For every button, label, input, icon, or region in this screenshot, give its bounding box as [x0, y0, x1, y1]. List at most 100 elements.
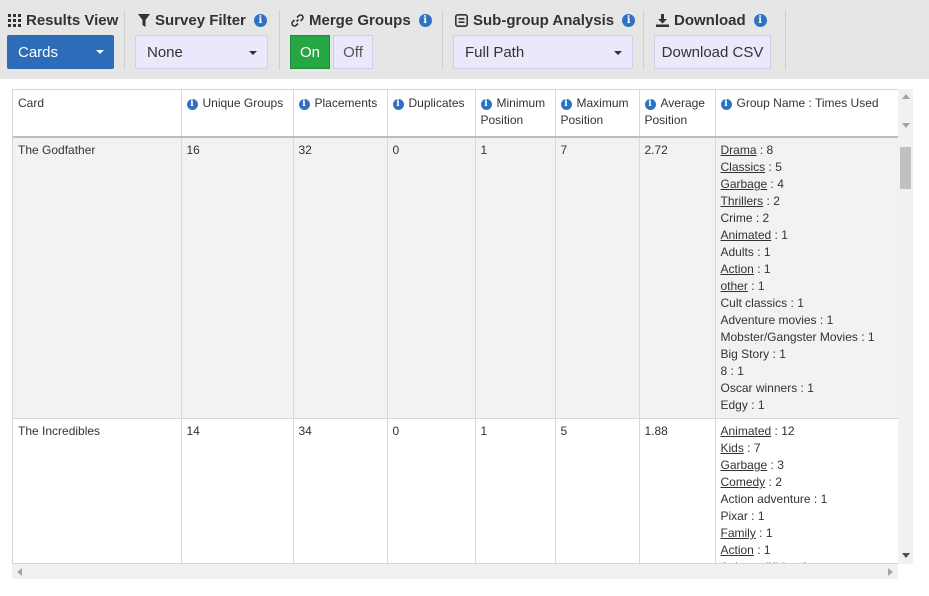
group-count: 1 — [797, 296, 804, 310]
group-name-link[interactable]: Comedy — [721, 475, 766, 489]
info-icon[interactable]: i — [644, 99, 656, 110]
scroll-down-icon[interactable] — [902, 553, 910, 558]
column-header-average-position[interactable]: i Average Position — [639, 90, 716, 138]
table-row: The Incredibles 14 34 0 1 5 1.88 Animated : 12 K… — [13, 418, 898, 563]
info-icon[interactable]: i — [720, 99, 732, 110]
group-name: Mobster/Gangster Movies — [720, 330, 858, 344]
group-count: 1 — [757, 509, 765, 523]
scroll-right-icon[interactable] — [888, 568, 893, 576]
download-info-icon[interactable]: i — [753, 14, 767, 27]
scroll-left-icon[interactable] — [17, 568, 22, 576]
vertical-scrollbar[interactable] — [898, 89, 913, 564]
group-separator: : — [752, 211, 763, 225]
column-header-unique-groups[interactable]: i Unique Groups — [181, 90, 294, 138]
results-table-container[interactable]: Card i Unique Groups i Placements i Duplica… — [12, 89, 913, 564]
min-position-cell: 1 — [475, 418, 556, 563]
placements-cell: 32 — [293, 137, 388, 419]
group-name-link[interactable]: Animated — [721, 228, 772, 242]
min-position-cell: 1 — [475, 137, 556, 419]
column-header-group-name-times-used[interactable]: i Group Name : Times Used — [715, 90, 898, 138]
info-icon[interactable]: i — [298, 99, 310, 110]
group-list-item: Adventure movies : 1 — [721, 312, 894, 329]
column-header-placements[interactable]: i Placements — [293, 90, 388, 138]
group-count: 1 — [820, 492, 828, 506]
subgroup-analysis-group: Sub-group Analysis i Full Path — [453, 0, 636, 79]
toolbar-divider — [643, 10, 644, 70]
scroll-up-icon[interactable] — [902, 94, 910, 99]
group-list-item: Action : 1 — [721, 261, 894, 278]
column-header-duplicates[interactable]: i Duplicates — [387, 90, 476, 138]
group-count: 1 — [779, 347, 786, 361]
survey-filter-dropdown[interactable]: None — [135, 35, 268, 69]
info-icon[interactable]: i — [480, 99, 492, 110]
group-name-link[interactable]: Family — [721, 526, 756, 540]
max-position-cell: 5 — [555, 418, 640, 563]
subgroup-analysis-info-icon[interactable]: i — [622, 14, 636, 27]
subgroup-icon — [455, 14, 468, 27]
subgroup-analysis-dropdown[interactable]: Full Path — [453, 35, 633, 69]
toolbar: Results View Cards Survey Filter i None … — [0, 0, 929, 79]
merge-groups-info-icon[interactable]: i — [418, 14, 432, 27]
results-view-group: Results View Cards — [7, 0, 119, 79]
group-separator: : — [810, 492, 821, 506]
group-name: Action adventure — [720, 492, 811, 506]
column-header-maximum-position[interactable]: i Maximum Position — [555, 90, 640, 138]
group-name-link[interactable]: Kids — [721, 441, 744, 455]
group-count: 1 — [826, 313, 834, 327]
group-separator: : — [747, 509, 758, 523]
merge-on-button[interactable]: On — [290, 35, 330, 69]
group-name-link[interactable]: Animated — [721, 424, 772, 438]
group-list-cell: Drama : 8 Classics : 5 Garbage : 4 Thriller… — [715, 137, 898, 419]
info-icon[interactable]: i — [560, 99, 572, 110]
group-separator: : — [767, 458, 778, 472]
group-list-item: Crime : 2 — [721, 210, 894, 227]
card-name-cell: The Godfather — [13, 137, 182, 419]
group-list-item: Kids : 7 — [721, 440, 894, 457]
group-name-link[interactable]: Action — [721, 262, 754, 276]
group-list-item: Animated : 1 — [721, 227, 894, 244]
group-name-link[interactable]: Garbage — [721, 458, 768, 472]
subgroup-analysis-value: Full Path — [465, 43, 525, 61]
merge-off-button[interactable]: Off — [333, 35, 373, 69]
column-header-minimum-position[interactable]: i Minimum Position — [475, 90, 556, 138]
group-name-link[interactable]: Classics — [721, 160, 766, 174]
info-icon[interactable]: i — [186, 99, 198, 110]
group-count: 12 — [781, 424, 795, 438]
group-name: Adventure movies — [720, 313, 817, 327]
group-count: 1 — [757, 279, 765, 293]
download-csv-button[interactable]: Download CSV — [654, 35, 771, 69]
toolbar-divider — [442, 10, 443, 70]
group-name-link[interactable]: Thrillers — [721, 194, 764, 208]
group-count: 2 — [762, 211, 770, 225]
table-row: The Godfather 16 32 0 1 7 2.72 Drama : 8 Classic… — [13, 137, 898, 419]
unique-groups-cell: 16 — [181, 137, 294, 419]
group-count: 5 — [775, 160, 782, 174]
group-count: 3 — [777, 458, 784, 472]
group-list-item: Oscar winners : 1 — [721, 380, 894, 397]
results-view-label: Results View — [26, 12, 119, 29]
group-list-item: Garbage : 3 — [721, 457, 894, 474]
group-name-link[interactable]: Garbage — [721, 177, 768, 191]
group-count: 1 — [807, 381, 814, 395]
info-icon[interactable]: i — [392, 99, 404, 110]
group-name: Adults — [720, 245, 754, 259]
group-count: 7 — [753, 441, 761, 455]
survey-filter-info-icon[interactable]: i — [253, 14, 267, 27]
group-count: 1 — [763, 543, 771, 557]
group-list-item: Pixar : 1 — [721, 508, 894, 525]
scroll-thumb[interactable] — [900, 147, 911, 189]
column-header-card[interactable]: Card — [13, 90, 182, 138]
group-name-link[interactable]: Drama — [721, 143, 757, 157]
group-name-link[interactable]: Action — [721, 543, 754, 557]
group-list-item: Mobster/Gangster Movies : 1 — [721, 329, 894, 346]
group-name-link[interactable]: other — [721, 279, 748, 293]
horizontal-scrollbar[interactable] — [12, 564, 898, 579]
group-count: 2 — [775, 475, 782, 489]
scroll-down-small-icon[interactable] — [902, 123, 910, 128]
placements-cell: 34 — [293, 418, 388, 563]
group-separator: : — [765, 160, 776, 174]
group-count: 4 — [777, 177, 784, 191]
group-list-item: 8 : 1 — [721, 363, 894, 380]
group-separator: : — [765, 475, 776, 489]
results-view-dropdown[interactable]: Cards — [7, 35, 114, 69]
